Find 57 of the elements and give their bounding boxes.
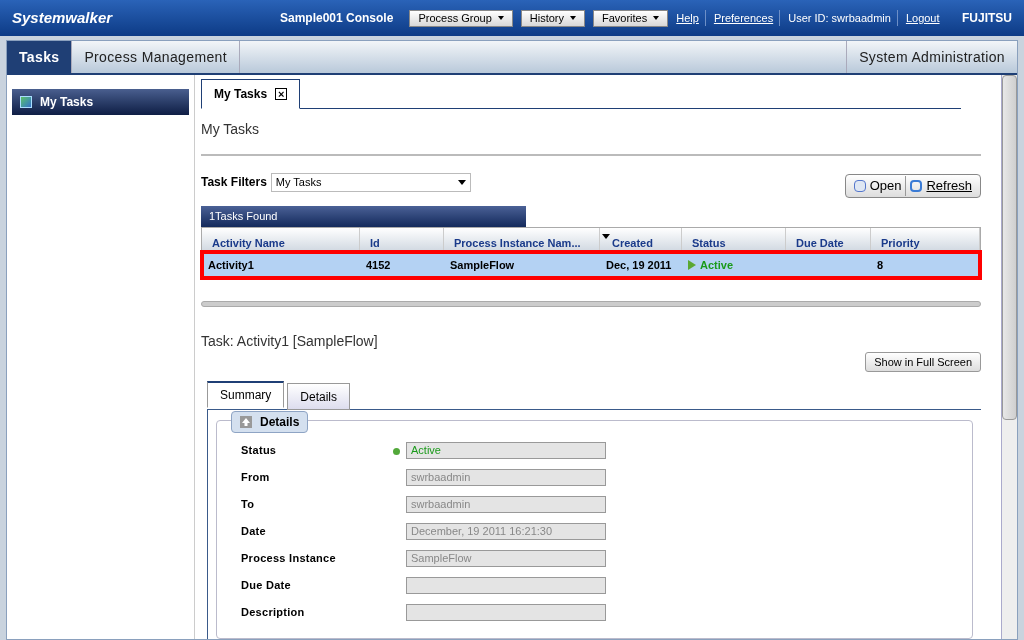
field-label: From: [241, 470, 271, 486]
caret-icon: [570, 16, 576, 20]
logout-link[interactable]: Logout: [905, 9, 940, 27]
results-count: 1Tasks Found: [201, 206, 526, 228]
menu-dropdown[interactable]: Process Group: [409, 9, 513, 27]
field-value: Active: [406, 442, 606, 459]
header-link[interactable]: Help: [676, 9, 706, 27]
collapse-icon: [240, 416, 252, 428]
app-logo: Systemwalker: [12, 7, 114, 28]
open-button[interactable]: Open: [849, 176, 906, 196]
task-title: Task: Activity1 [SampleFlow]: [201, 332, 379, 351]
field-label: To: [241, 497, 256, 513]
brand-logo: FUJITSU: [962, 10, 1012, 27]
caret-icon: [457, 179, 466, 185]
header-link[interactable]: Preferences: [713, 9, 781, 27]
table-cell-text: Activity1: [208, 257, 254, 273]
scrollbar-thumb[interactable]: [1002, 75, 1017, 420]
field-label: Description: [241, 605, 306, 621]
detail-tab[interactable]: Summary: [207, 381, 285, 408]
caret-icon: [653, 16, 660, 20]
document-tab[interactable]: My Tasks ×: [201, 79, 301, 109]
field-value: swrbaadmin: [406, 496, 606, 513]
field-label: Status: [241, 443, 278, 459]
full-screen-button[interactable]: Show in Full Screen: [865, 352, 981, 372]
field-value: December, 19 2011 16:21:30: [406, 523, 606, 540]
user-id: User ID: swrbaadmin: [788, 9, 898, 27]
detail-tab[interactable]: Details: [287, 383, 351, 410]
sort-arrow-icon: [602, 234, 610, 240]
section-header[interactable]: Details: [231, 411, 309, 433]
table-cell-text: SampleFlow: [450, 257, 515, 273]
field-value: swrbaadmin: [406, 469, 606, 486]
field-label: Due Date: [241, 578, 292, 594]
play-icon: [688, 260, 696, 271]
menu-dropdown[interactable]: History: [520, 9, 585, 27]
vertical-scrollbar[interactable]: [1001, 75, 1017, 639]
sidebar-item[interactable]: My Tasks: [12, 89, 189, 115]
field-label: Process Instance: [241, 551, 337, 567]
table-cell-text: 4152: [366, 257, 391, 273]
nav-tab[interactable]: System Administration: [846, 41, 1017, 73]
filter-dropdown[interactable]: My Tasks: [270, 172, 471, 192]
filter-label: Task Filters: [201, 174, 267, 191]
menu-dropdown[interactable]: Favorites: [593, 9, 669, 27]
console-title: Sample001 Console: [280, 10, 394, 27]
nav-tab[interactable]: Process Management: [72, 41, 240, 73]
splitter-handle[interactable]: [201, 301, 981, 307]
field-label: Date: [241, 524, 267, 540]
nav-tab[interactable]: Tasks: [7, 41, 73, 73]
field-value: SampleFlow: [406, 550, 606, 567]
table-cell-text: Active: [700, 257, 734, 273]
close-button[interactable]: ×: [275, 88, 288, 100]
caret-icon: [497, 16, 504, 20]
table-cell-text: 8: [877, 257, 884, 273]
refresh-button[interactable]: Refresh: [905, 176, 976, 196]
table-cell-text: Dec, 19 2011: [606, 257, 672, 273]
task-list-icon: [20, 96, 32, 108]
page-title: My Tasks: [201, 120, 261, 139]
table-row[interactable]: Activity1 4152 SampleFlow Dec, 19 2011 Active 8: [202, 252, 980, 279]
